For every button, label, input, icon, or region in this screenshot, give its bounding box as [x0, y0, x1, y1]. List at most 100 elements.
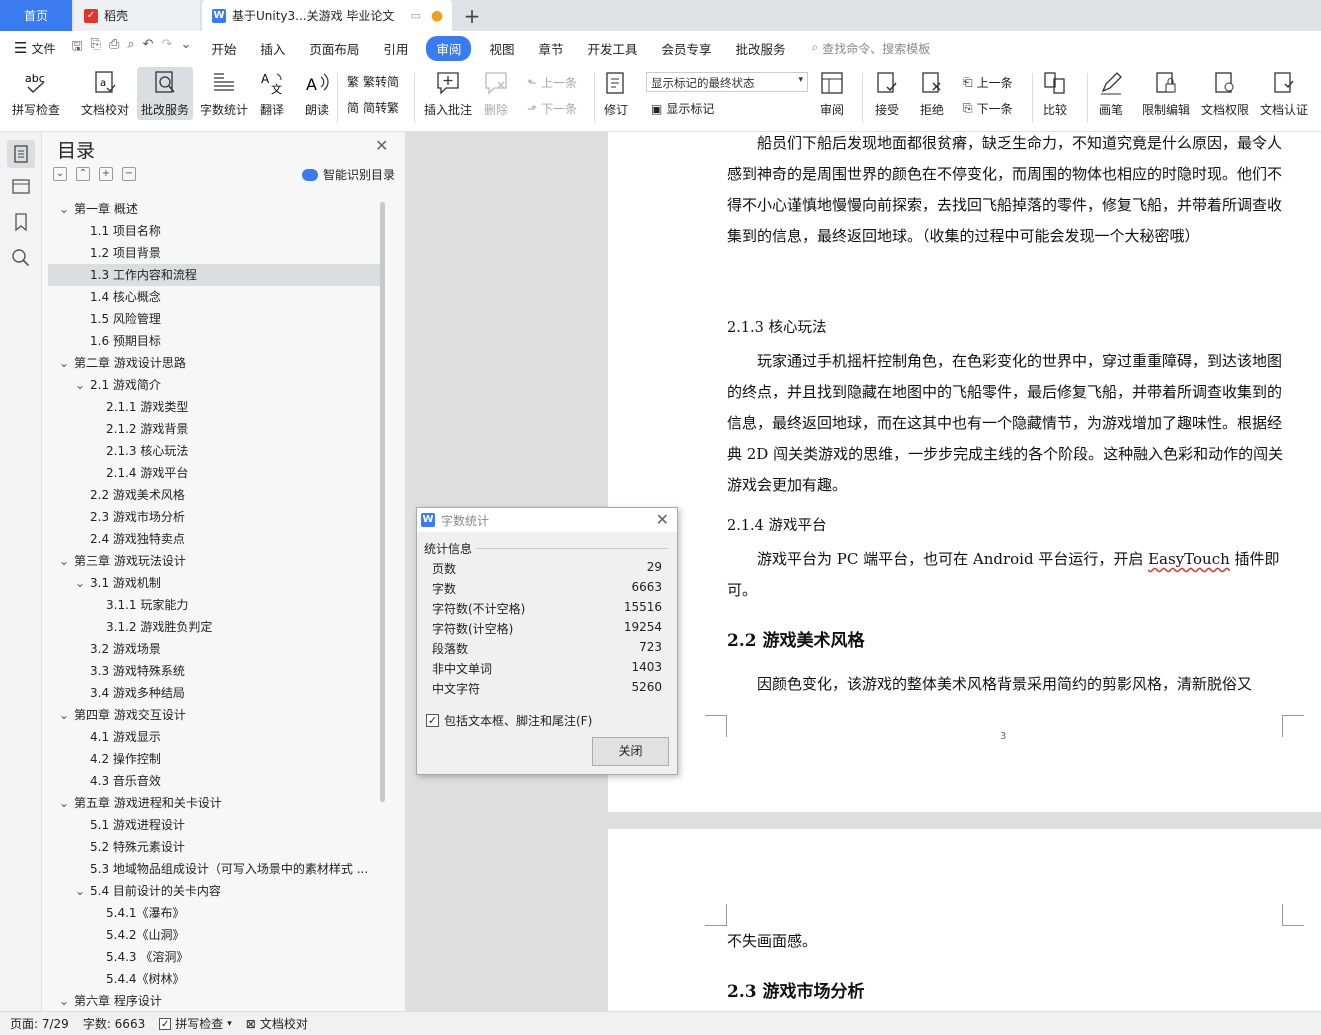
redo-icon[interactable]: ↷: [162, 37, 173, 59]
tab-home[interactable]: 首页: [0, 0, 72, 31]
toc-item[interactable]: 3.3 游戏特殊系统: [48, 660, 380, 682]
doc-proof-button[interactable]: a 文档校对: [81, 69, 129, 118]
toc-item[interactable]: 3.4 游戏多种结局: [48, 682, 380, 704]
doc-paragraph[interactable]: 因颜色变化，该游戏的整体美术风格背景采用简约的剪影风格，清新脱俗又: [727, 669, 1287, 700]
toc-item[interactable]: ⌄ 第二章 游戏设计思路: [48, 352, 380, 374]
toc-item[interactable]: 3.1.1 玩家能力: [48, 594, 380, 616]
print-icon[interactable]: ⎙: [109, 37, 119, 59]
toc-item[interactable]: 4.3 音乐音效: [48, 770, 380, 792]
doc-heading[interactable]: 2.3 游戏市场分析: [727, 977, 865, 1002]
toc-scrollbar[interactable]: [380, 202, 385, 802]
accept-button[interactable]: 接受: [873, 69, 901, 118]
prev-change-button[interactable]: ⎗ 上一条: [963, 74, 1013, 91]
read-aloud-button[interactable]: A 朗读: [303, 69, 331, 118]
smart-toc-button[interactable]: 智能识别目录: [302, 166, 395, 183]
review-pane-button[interactable]: 审阅: [818, 69, 846, 118]
compare-button[interactable]: 比较: [1041, 69, 1069, 118]
toc-item[interactable]: 2.1.4 游戏平台: [48, 462, 380, 484]
toc-item[interactable]: ⌄ 3.1 游戏机制: [48, 572, 380, 594]
show-markup-button[interactable]: ▣ 显示标记: [651, 100, 714, 117]
page-indicator[interactable]: 页面: 7/29: [10, 1015, 69, 1032]
chevron-down-icon[interactable]: ⌄: [75, 374, 85, 396]
chevron-down-icon[interactable]: ⌄: [75, 880, 85, 902]
insert-comment-button[interactable]: 插入批注: [424, 69, 472, 118]
doc-paragraph[interactable]: 玩家通过手机摇杆控制角色，在色彩变化的世界中，穿过重重障碍，到达该地图的终点，并…: [727, 346, 1287, 501]
file-menu[interactable]: ☰ 文件: [0, 39, 63, 57]
toc-item[interactable]: ⌄ 第三章 游戏玩法设计: [48, 550, 380, 572]
doc-auth-button[interactable]: 文档认证: [1260, 69, 1308, 118]
word-count-button[interactable]: 字数统计: [200, 69, 248, 118]
toc-item[interactable]: 5.4.4《树林》: [48, 968, 380, 990]
tab-window-icon[interactable]: ▭: [410, 9, 420, 22]
spelling-error-word[interactable]: EasyTouch: [1148, 550, 1230, 568]
next-comment-button[interactable]: ⬏ 下一条: [527, 100, 577, 117]
translate-button[interactable]: A文 翻译: [258, 69, 286, 118]
delete-comment-button[interactable]: 删除: [482, 69, 510, 118]
trad-to-simp-button[interactable]: 繁繁转简: [347, 73, 399, 90]
tab-daoke[interactable]: ✓ 稻壳: [74, 0, 200, 31]
checkbox-checked-icon[interactable]: ✓: [426, 714, 439, 727]
expand-all-icon[interactable]: ⌃: [76, 167, 90, 181]
prev-comment-button[interactable]: ⬑ 上一条: [527, 74, 577, 91]
toc-item[interactable]: ⌄ 2.1 游戏简介: [48, 374, 380, 396]
toc-item[interactable]: 1.4 核心概念: [48, 286, 380, 308]
close-icon[interactable]: ✕: [656, 510, 669, 529]
menu-reference[interactable]: 引用: [371, 39, 420, 58]
menu-review[interactable]: 审阅: [426, 35, 472, 61]
menu-insert[interactable]: 插入: [248, 39, 297, 58]
chevron-down-icon[interactable]: ⌄: [59, 792, 69, 814]
doc-paragraph[interactable]: 游戏平台为 PC 端平台，也可在 Android 平台运行，开启 EasyTou…: [727, 544, 1287, 606]
menu-member[interactable]: 会员专享: [649, 39, 723, 58]
menu-layout[interactable]: 页面布局: [297, 39, 371, 58]
menu-view[interactable]: 视图: [477, 39, 526, 58]
doc-heading[interactable]: 2.2 游戏美术风格: [727, 626, 865, 651]
chevron-down-icon[interactable]: ⌄: [59, 352, 69, 374]
markup-state-select[interactable]: 显示标记的最终状态 ▾: [646, 72, 808, 92]
menu-devtools[interactable]: 开发工具: [575, 39, 649, 58]
doc-paragraph[interactable]: 不失画面感。: [727, 926, 1287, 957]
toc-item[interactable]: 1.3 工作内容和流程: [48, 264, 380, 286]
doc-heading[interactable]: 2.1.3 核心玩法: [727, 316, 827, 337]
toc-panel-button[interactable]: [7, 140, 35, 168]
toc-item[interactable]: ⌄ 5.4 目前设计的关卡内容: [48, 880, 380, 902]
toc-item[interactable]: 2.4 游戏独特卖点: [48, 528, 380, 550]
toc-item[interactable]: 2.3 游戏市场分析: [48, 506, 380, 528]
chevron-down-icon[interactable]: ⌄: [59, 550, 69, 572]
doc-heading[interactable]: 2.1.4 游戏平台: [727, 514, 827, 535]
save-icon[interactable]: 🖫: [71, 37, 82, 59]
dialog-titlebar[interactable]: W 字数统计 ✕: [417, 508, 677, 532]
toc-item[interactable]: ⌄ 第五章 游戏进程和关卡设计: [48, 792, 380, 814]
toc-item[interactable]: 3.2 游戏场景: [48, 638, 380, 660]
export-icon[interactable]: ⎘: [91, 37, 101, 59]
doc-paragraph[interactable]: 船员们下船后发现地面都很贫瘠，缺乏生命力，不知道究竟是什么原因，最令人感到神奇的…: [727, 128, 1287, 252]
toc-item[interactable]: 1.1 项目名称: [48, 220, 380, 242]
remove-item-icon[interactable]: −: [122, 167, 136, 181]
chevron-down-icon[interactable]: ⌄: [59, 704, 69, 726]
doc-proof-status[interactable]: ⊠ 文档校对: [246, 1015, 308, 1032]
chevron-down-icon[interactable]: ⌄: [75, 572, 85, 594]
toc-item[interactable]: 2.2 游戏美术风格: [48, 484, 380, 506]
toc-item[interactable]: 2.1.2 游戏背景: [48, 418, 380, 440]
close-button[interactable]: 关闭: [592, 737, 669, 766]
review-service-button[interactable]: 批改服务: [137, 67, 194, 120]
menu-start[interactable]: 开始: [199, 39, 248, 58]
toc-item[interactable]: 4.1 游戏显示: [48, 726, 380, 748]
chevron-down-icon[interactable]: ⌄: [59, 990, 69, 1012]
search-icon[interactable]: [11, 248, 31, 268]
restrict-edit-button[interactable]: 限制编辑: [1142, 69, 1190, 118]
toc-item[interactable]: 5.3 地域物品组成设计（可写入场景中的素材样式 ...: [48, 858, 380, 880]
spell-check-status[interactable]: ✓ 拼写检查 ▾: [159, 1015, 232, 1032]
toc-item[interactable]: 5.4.2《山洞》: [48, 924, 380, 946]
toc-item[interactable]: 4.2 操作控制: [48, 748, 380, 770]
toc-item[interactable]: 5.4.3 《溶洞》: [48, 946, 380, 968]
next-change-button[interactable]: ⎘ 下一条: [963, 100, 1013, 117]
chapter-nav-icon[interactable]: [11, 176, 31, 196]
chevron-down-icon[interactable]: ⌄: [59, 198, 69, 220]
revise-button[interactable]: 修订: [602, 69, 630, 118]
menu-section[interactable]: 章节: [526, 39, 575, 58]
toc-item[interactable]: ⌄ 第四章 游戏交互设计: [48, 704, 380, 726]
toc-item[interactable]: 5.2 特殊元素设计: [48, 836, 380, 858]
toc-item[interactable]: 2.1.3 核心玩法: [48, 440, 380, 462]
pen-button[interactable]: 画笔: [1097, 69, 1125, 118]
toc-item[interactable]: 1.6 预期目标: [48, 330, 380, 352]
